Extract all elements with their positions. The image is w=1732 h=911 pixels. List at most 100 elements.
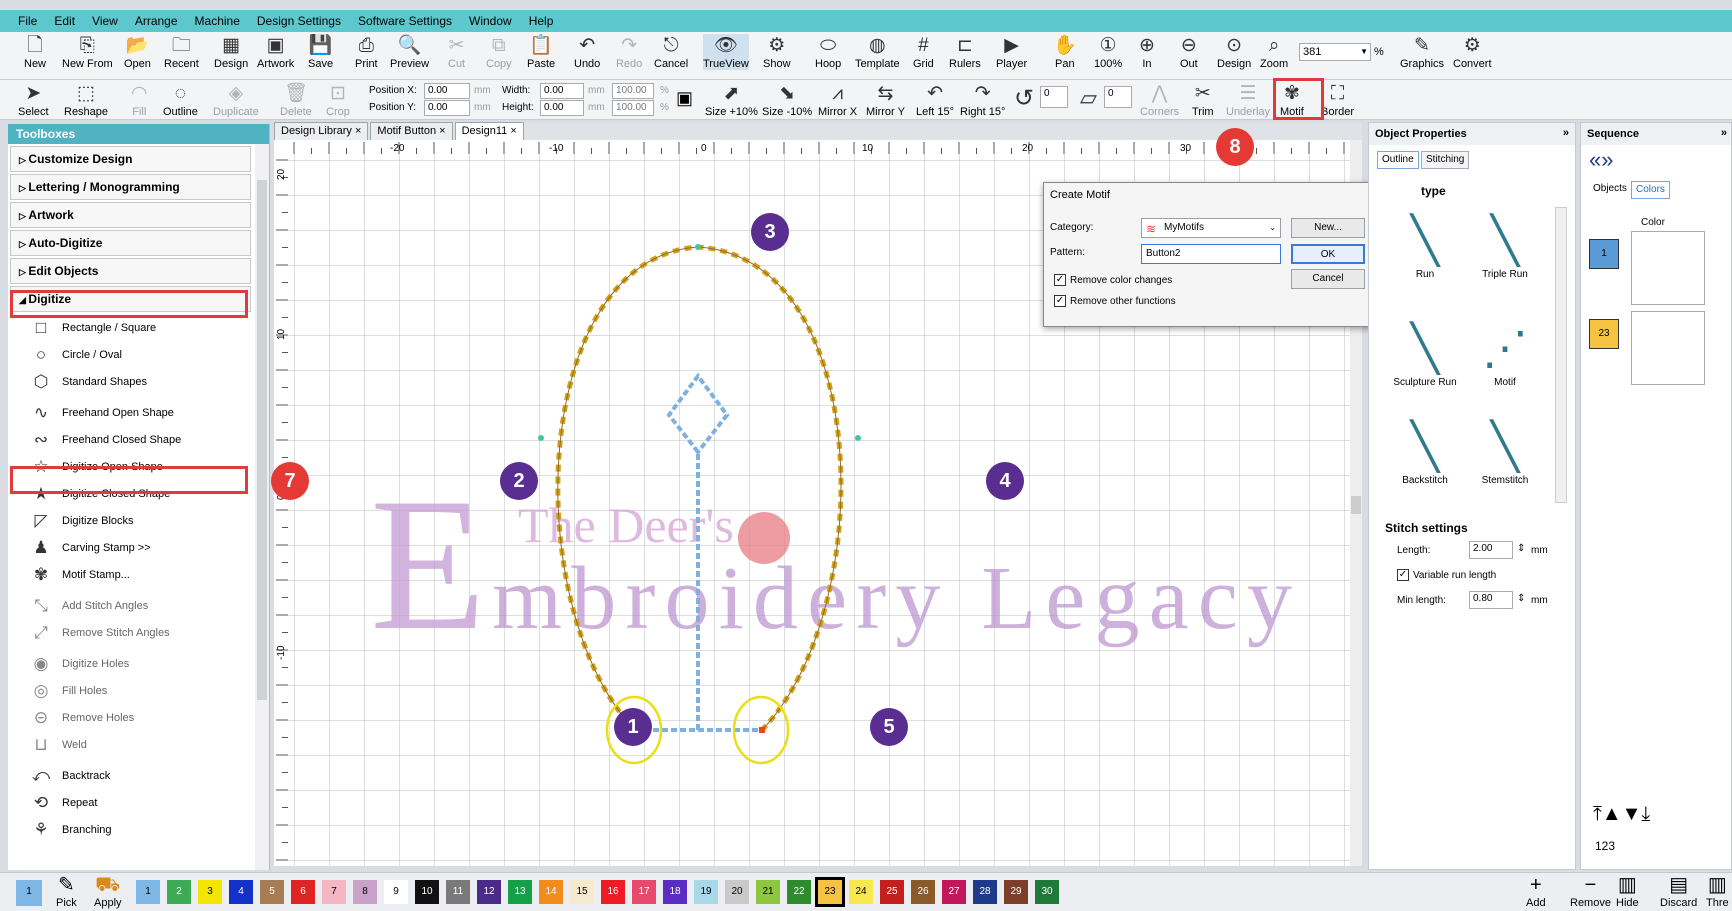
tool-weld[interactable]: ⊔ Weld	[8, 731, 251, 758]
thread-swatch-17[interactable]: 17	[632, 880, 656, 904]
hoop-button[interactable]: ⬭ Hoop	[815, 34, 841, 70]
vscroll-thumb[interactable]	[1351, 496, 1361, 514]
grid-button[interactable]: # Grid	[913, 34, 934, 70]
thread-swatch-14[interactable]: 14	[539, 880, 563, 904]
sequence-thumbnail[interactable]	[1631, 231, 1705, 305]
length-field[interactable]: 2.00	[1469, 541, 1513, 559]
stitch-type-run[interactable]: ╲ Run	[1389, 211, 1461, 280]
pattern-input[interactable]: Button2	[1141, 244, 1281, 264]
corners-button[interactable]: ⋀ Corners	[1140, 82, 1179, 118]
tool-digitize-holes[interactable]: ◉ Digitize Holes	[8, 650, 251, 677]
size-plus-button[interactable]: ⬈ Size +10%	[705, 82, 758, 118]
rotate-field[interactable]: 0	[1040, 86, 1068, 108]
graphics-button[interactable]: ✎ Graphics	[1400, 34, 1444, 70]
toolbox-scrollbar[interactable]	[255, 144, 269, 870]
thread-swatch-26[interactable]: 26	[911, 880, 935, 904]
zoom-100-button[interactable]: ① 100%	[1094, 34, 1122, 70]
menu-software-settings[interactable]: Software Settings	[358, 14, 452, 28]
menu-arrange[interactable]: Arrange	[135, 14, 178, 28]
sequence-nav-icon[interactable]: «»	[1589, 147, 1613, 173]
sequence-color-chip[interactable]: 23	[1589, 319, 1619, 349]
section-edit-objects[interactable]: ▷ Edit Objects	[10, 258, 251, 284]
mirror-y-button[interactable]: ⇆ Mirror Y	[866, 82, 905, 118]
thread-swatch-16[interactable]: 16	[601, 880, 625, 904]
thread-swatch-15[interactable]: 15	[570, 880, 594, 904]
stitch-type-sculpture-run[interactable]: ╲ Sculpture Run	[1389, 319, 1461, 388]
cut-button[interactable]: ✂ Cut	[448, 34, 465, 70]
slant-icon[interactable]: ⏥	[1080, 85, 1097, 111]
tool-freehand-closed-shape[interactable]: ∾ Freehand Closed Shape	[8, 426, 251, 453]
thread-swatch-11[interactable]: 11	[446, 880, 470, 904]
width-percent-field[interactable]: 100.00	[612, 83, 654, 99]
undo-button[interactable]: ↶ Undo	[574, 34, 600, 70]
remove-other-functions-checkbox[interactable]: ✓ Remove other functions	[1054, 295, 1176, 307]
menu-view[interactable]: View	[92, 14, 118, 28]
new-button[interactable]: 🗋 New	[24, 34, 46, 70]
border-button[interactable]: ⛶ Border	[1321, 82, 1354, 118]
min-length-field[interactable]: 0.80	[1469, 591, 1513, 609]
tool-repeat[interactable]: ⟲ Repeat	[8, 789, 251, 816]
node-5[interactable]	[759, 727, 765, 733]
trim-button[interactable]: ✂ Trim	[1192, 82, 1214, 118]
height-percent-field[interactable]: 100.00	[612, 100, 654, 116]
thre-button[interactable]: ▥ Thre	[1706, 873, 1729, 909]
menu-window[interactable]: Window	[469, 14, 512, 28]
tool-remove-holes[interactable]: ⊝ Remove Holes	[8, 704, 251, 731]
rulers-button[interactable]: ⊏ Rulers	[949, 34, 981, 70]
new-button[interactable]: New...	[1291, 218, 1365, 238]
thread-swatch-2[interactable]: 2	[167, 880, 191, 904]
open-button[interactable]: 📂 Open	[124, 34, 151, 70]
thread-swatch-8[interactable]: 8	[353, 880, 377, 904]
thread-swatch-5[interactable]: 5	[260, 880, 284, 904]
zoom-design-button[interactable]: ⊙ Design	[1217, 34, 1251, 70]
section-lettering-monogramming[interactable]: ▷ Lettering / Monogramming	[10, 174, 251, 200]
thread-swatch-19[interactable]: 19	[694, 880, 718, 904]
doc-tab-motif-button[interactable]: Motif Button ×	[370, 122, 453, 140]
hide-button[interactable]: ▥ Hide	[1616, 873, 1639, 909]
thread-swatch-10[interactable]: 10	[415, 880, 439, 904]
template-button[interactable]: ◍ Template	[855, 34, 900, 70]
close-icon[interactable]: ×	[436, 125, 445, 137]
tool-circle-oval[interactable]: ○ Circle / Oval	[8, 341, 251, 368]
lock-ratio-icon[interactable]: ▣	[676, 88, 693, 109]
trueview-button[interactable]: 👁 TrueView	[703, 34, 749, 70]
stitch-type-stemstitch[interactable]: ╲ Stemstitch	[1469, 417, 1541, 486]
close-icon[interactable]: ×	[507, 125, 516, 137]
duplicate-button[interactable]: ◈ Duplicate	[213, 82, 259, 118]
collapse-icon[interactable]: »	[1563, 127, 1569, 139]
thread-swatch-24[interactable]: 24	[849, 880, 873, 904]
player-button[interactable]: ▶ Player	[996, 34, 1027, 70]
menu-design-settings[interactable]: Design Settings	[257, 14, 341, 28]
node-2[interactable]	[538, 435, 544, 441]
redo-button[interactable]: ↷ Redo	[616, 34, 642, 70]
pick-button[interactable]: ✎ Pick	[56, 873, 77, 909]
thread-swatch-23[interactable]: 23	[815, 877, 845, 907]
new-from-button[interactable]: ⎘ New From	[62, 34, 113, 70]
tab-objects[interactable]: Objects	[1589, 181, 1631, 199]
add-button[interactable]: + Add	[1526, 873, 1546, 909]
print-button[interactable]: ⎙ Print	[355, 34, 378, 70]
tool-standard-shapes[interactable]: ⬡ Standard Shapes	[8, 368, 251, 395]
convert-button[interactable]: ⚙ Convert	[1453, 34, 1492, 70]
recent-button[interactable]: 🗀 Recent	[164, 34, 199, 70]
sequence-color-chip[interactable]: 1	[1589, 239, 1619, 269]
size-minus-button[interactable]: ⬊ Size -10%	[762, 82, 812, 118]
variable-run-length-checkbox[interactable]: ✓ Variable run length	[1397, 569, 1496, 581]
reshape-button[interactable]: ⬚ Reshape	[64, 82, 108, 118]
tab-outline[interactable]: Outline	[1377, 151, 1419, 169]
tool-motif-stamp[interactable]: ✾ Motif Stamp...	[8, 561, 251, 588]
underlay-button[interactable]: ☰ Underlay	[1226, 82, 1270, 118]
tool-remove-stitch-angles[interactable]: ⤢ Remove Stitch Angles	[8, 619, 251, 646]
thread-swatch-18[interactable]: 18	[663, 880, 687, 904]
menu-file[interactable]: File	[18, 14, 37, 28]
category-select[interactable]: ≋ MyMotifs ⌄	[1141, 218, 1281, 238]
tool-freehand-open-shape[interactable]: ∿ Freehand Open Shape	[8, 399, 251, 426]
thread-swatch-21[interactable]: 21	[756, 880, 780, 904]
slant-field[interactable]: 0	[1104, 86, 1132, 108]
width-field[interactable]: 0.00	[540, 83, 584, 99]
save-button[interactable]: 💾 Save	[308, 34, 333, 70]
tab-colors[interactable]: Colors	[1631, 181, 1670, 199]
tool-backtrack[interactable]: ⤺ Backtrack	[8, 762, 251, 789]
select-button[interactable]: ➤ Select	[18, 82, 49, 118]
zoom-out-button[interactable]: ⊖ Out	[1180, 34, 1198, 70]
